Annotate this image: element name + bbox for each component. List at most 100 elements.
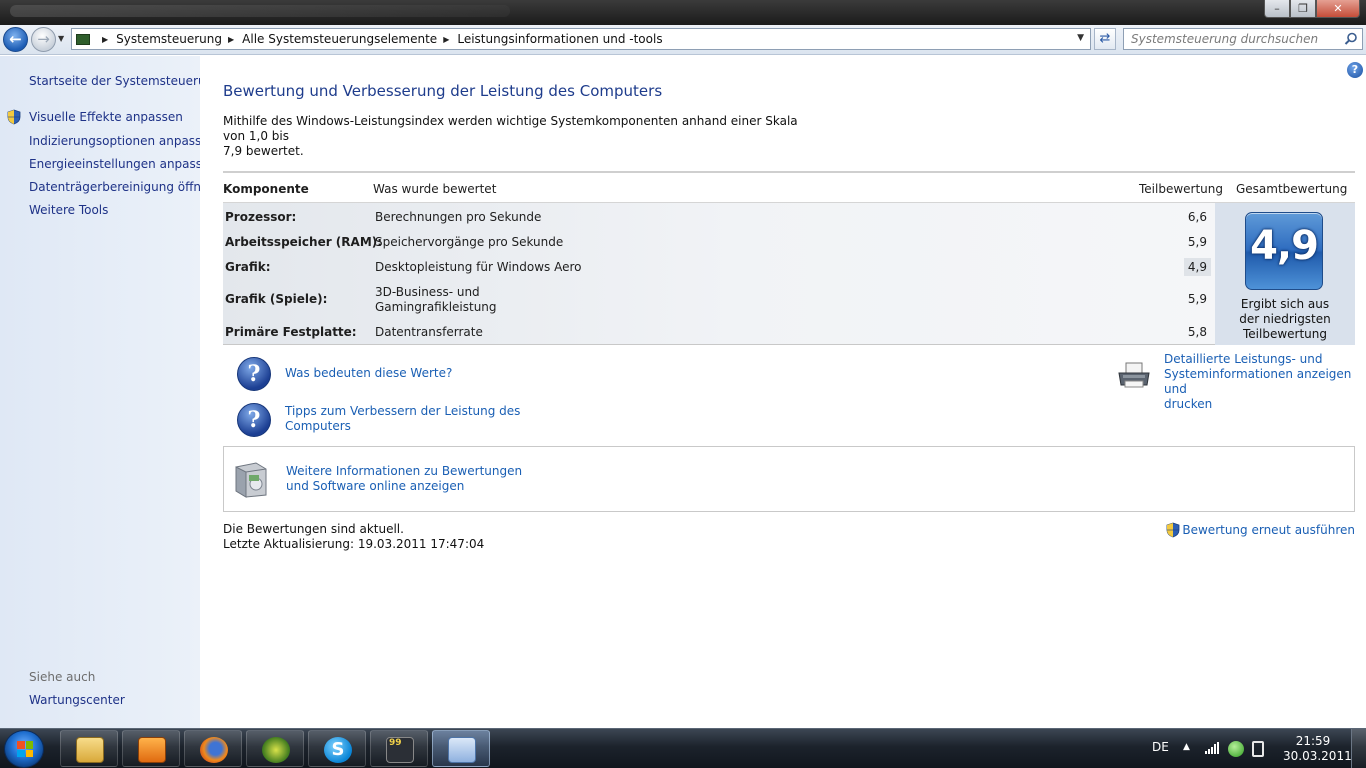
uac-shield-icon <box>1166 522 1180 538</box>
language-indicator[interactable]: DE <box>1152 740 1169 754</box>
address-dropdown-icon[interactable]: ▼ <box>1077 33 1084 43</box>
total-score-value: 4,9 <box>1250 223 1319 269</box>
sidebar-item-disk-cleanup[interactable]: Datenträgerbereinigung öffnen <box>29 180 216 194</box>
sidebar-home-link[interactable]: Startseite der Systemsteuerung <box>29 74 221 88</box>
start-button[interactable] <box>4 730 44 768</box>
network-icon[interactable] <box>1228 741 1244 757</box>
intro-line-2: 7,9 bewertet. <box>223 144 304 158</box>
improve-performance-link[interactable]: Tipps zum Verbessern der Leistung des Co… <box>285 404 520 434</box>
refresh-button[interactable]: ⇄ <box>1094 28 1116 50</box>
chevron-right-icon[interactable]: ▶ <box>102 35 108 44</box>
online-info-link[interactable]: Weitere Informationen zu Bewertungen und… <box>286 464 522 494</box>
taskbar-firefox[interactable] <box>184 730 242 767</box>
main-content: ? Bewertung und Verbesserung der Leistun… <box>200 56 1366 728</box>
app-99-icon: 99 <box>386 737 414 763</box>
firefox-icon <box>200 737 228 763</box>
taskbar-app-x[interactable] <box>246 730 304 767</box>
details-link-line-2[interactable]: Systeminformationen anzeigen und <box>1164 367 1366 397</box>
table-header: Komponente Was wurde bewertet Teilbewert… <box>223 173 1355 203</box>
row-component: Grafik (Spiele): <box>225 292 328 306</box>
header-total: Gesamtbewertung <box>1236 182 1348 196</box>
row-assessed: 3D-Business- und Gamingrafikleistung <box>375 285 497 315</box>
row-assessed: Berechnungen pro Sekunde <box>375 210 542 224</box>
row-component: Primäre Festplatte: <box>225 325 357 339</box>
taskbar-app-99[interactable]: 99 <box>370 730 428 767</box>
online-link-line-1[interactable]: Weitere Informationen zu Bewertungen <box>286 464 522 479</box>
title-bar: – ❐ ✕ <box>0 0 1366 25</box>
what-values-mean-link[interactable]: Was bedeuten diese Werte? <box>285 366 452 381</box>
software-box-icon <box>235 462 267 498</box>
signal-strength-icon[interactable] <box>1204 741 1220 755</box>
row-assessed: Speichervorgänge pro Sekunde <box>375 235 564 249</box>
sidebar-item-visual-effects[interactable]: Visuelle Effekte anpassen <box>29 110 183 124</box>
caption-line-3: Teilbewertung <box>1242 327 1327 341</box>
forward-button[interactable]: → <box>31 27 56 52</box>
taskbar-explorer[interactable] <box>60 730 118 767</box>
row-subscore: 5,9 <box>1187 292 1207 306</box>
last-update: Letzte Aktualisierung: 19.03.2011 17:47:… <box>223 537 485 551</box>
caption-line-1: Ergibt sich aus <box>1240 297 1330 311</box>
row-assessed-line-2: Gamingrafikleistung <box>375 300 497 314</box>
recent-pages-dropdown[interactable]: ▼ <box>58 34 64 43</box>
search-icon[interactable] <box>1344 32 1358 46</box>
sidebar-item-action-center[interactable]: Wartungscenter <box>29 693 125 707</box>
control-panel-icon <box>76 33 90 45</box>
control-panel-icon <box>448 737 476 763</box>
details-link-line-1[interactable]: Detaillierte Leistungs- und <box>1164 352 1366 367</box>
sidebar: Startseite der Systemsteuerung Visuelle … <box>0 56 221 728</box>
row-assessed: Datentransferrate <box>375 325 483 339</box>
rerun-label[interactable]: Bewertung erneut ausführen <box>1182 523 1355 537</box>
header-assessed: Was wurde bewertet <box>373 182 497 196</box>
printer-icon[interactable] <box>1116 361 1152 389</box>
taskbar-media-player[interactable] <box>122 730 180 767</box>
online-link-line-2[interactable]: und Software online anzeigen <box>286 479 522 494</box>
help-icon[interactable]: ? <box>1347 62 1363 78</box>
battery-icon[interactable] <box>1252 741 1264 757</box>
sidebar-item-indexing[interactable]: Indizierungsoptionen anpassen <box>29 134 216 148</box>
minimize-button[interactable]: – <box>1264 0 1290 18</box>
header-component: Komponente <box>223 182 309 196</box>
row-subscore: 5,9 <box>1187 235 1207 249</box>
row-component: Grafik: <box>225 260 271 274</box>
status-text: Die Bewertungen sind aktuell. Letzte Akt… <box>223 522 484 552</box>
improve-link-line-1[interactable]: Tipps zum Verbessern der Leistung des <box>285 404 520 419</box>
address-bar[interactable]: ▶ Systemsteuerung ▶ Alle Systemsteuerung… <box>71 28 1091 50</box>
back-button[interactable]: ← <box>3 27 28 52</box>
sidebar-item-power[interactable]: Energieeinstellungen anpassen <box>29 157 217 171</box>
question-icon[interactable]: ? <box>237 403 271 437</box>
search-box <box>1123 28 1363 50</box>
search-input[interactable] <box>1124 29 1334 49</box>
navigation-bar: ← → ▼ ▶ Systemsteuerung ▶ Alle Systemste… <box>0 25 1366 55</box>
row-subscore: 5,8 <box>1187 325 1207 339</box>
detailed-info-link[interactable]: Detaillierte Leistungs- und Systeminform… <box>1164 352 1366 412</box>
total-score-panel: 4,9 Ergibt sich aus der niedrigsten Teil… <box>1215 203 1355 345</box>
uac-shield-icon <box>7 109 21 125</box>
score-table: Komponente Was wurde bewertet Teilbewert… <box>223 171 1355 345</box>
maximize-button[interactable]: ❐ <box>1290 0 1316 18</box>
chevron-right-icon[interactable]: ▶ <box>443 35 449 44</box>
caption-line-2: der niedrigsten <box>1239 312 1331 326</box>
breadcrumb-alle-elemente[interactable]: Alle Systemsteuerungselemente <box>242 32 437 46</box>
online-info-box: Weitere Informationen zu Bewertungen und… <box>223 446 1355 512</box>
row-component: Prozessor: <box>225 210 297 224</box>
show-hidden-icons-button[interactable]: ▲ <box>1183 742 1190 752</box>
x-app-icon <box>262 737 290 763</box>
breadcrumb-systemsteuerung[interactable]: Systemsteuerung <box>116 32 222 46</box>
taskbar-control-panel[interactable] <box>432 730 490 767</box>
rerun-assessment-link[interactable]: Bewertung erneut ausführen <box>1166 522 1355 538</box>
window-controls: – ❐ ✕ <box>1264 0 1360 18</box>
total-score-badge: 4,9 <box>1245 212 1323 290</box>
improve-link-line-2[interactable]: Computers <box>285 419 520 434</box>
folder-icon <box>76 737 104 763</box>
show-desktop-button[interactable] <box>1351 729 1366 768</box>
question-icon[interactable]: ? <box>237 357 271 391</box>
breadcrumb-leistungsinformationen[interactable]: Leistungsinformationen und -tools <box>457 32 662 46</box>
page-title: Bewertung und Verbesserung der Leistung … <box>223 82 663 100</box>
intro-text: Mithilfe des Windows-Leistungsindex werd… <box>223 114 803 159</box>
taskbar-skype[interactable]: S <box>308 730 366 767</box>
clock[interactable]: 21:59 30.03.2011 <box>1283 734 1352 764</box>
sidebar-item-more-tools[interactable]: Weitere Tools <box>29 203 108 217</box>
chevron-right-icon[interactable]: ▶ <box>228 35 234 44</box>
close-button[interactable]: ✕ <box>1316 0 1360 18</box>
details-link-line-3[interactable]: drucken <box>1164 397 1366 412</box>
